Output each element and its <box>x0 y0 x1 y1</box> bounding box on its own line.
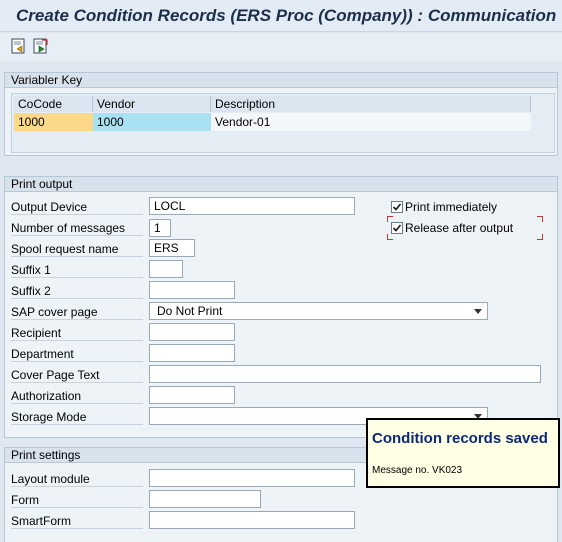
column-header-description[interactable]: Description <box>211 96 531 112</box>
cover-page-text-field[interactable] <box>149 365 541 383</box>
next-screen-icon[interactable] <box>33 38 49 54</box>
checkmark-icon <box>392 203 402 211</box>
print-immediately-checkbox[interactable] <box>391 201 403 213</box>
print-output-group: Print output Output Device LOCL Number o… <box>4 176 558 438</box>
sap-cover-page-value: Do Not Print <box>157 304 223 318</box>
focus-bracket-icon <box>387 234 393 240</box>
variable-key-table: CoCode Vendor Description 1000 1000 Vend… <box>11 93 555 153</box>
print-immediately-label: Print immediately <box>405 200 498 214</box>
suffix1-field[interactable] <box>149 260 183 278</box>
cell-vendor[interactable]: 1000 <box>93 113 211 131</box>
layout-module-label: Layout module <box>11 472 143 487</box>
checkmark-icon <box>392 224 402 232</box>
form-field[interactable] <box>149 490 261 508</box>
department-field[interactable] <box>149 344 235 362</box>
print-output-header: Print output <box>5 177 557 192</box>
popup-title: Condition records saved <box>372 430 548 447</box>
title-bar: Create Condition Records (ERS Proc (Comp… <box>0 0 562 32</box>
recipient-label: Recipient <box>11 326 143 341</box>
department-label: Department <box>11 347 143 362</box>
application-toolbar <box>0 33 562 61</box>
spool-request-name-label: Spool request name <box>11 242 143 257</box>
cell-description: Vendor-01 <box>211 113 531 131</box>
sap-cover-page-dropdown[interactable]: Do Not Print <box>149 302 488 320</box>
output-device-label: Output Device <box>11 200 143 215</box>
focus-bracket-icon <box>387 216 393 222</box>
number-of-messages-field[interactable]: 1 <box>149 219 171 237</box>
suffix2-label: Suffix 2 <box>11 284 143 299</box>
focus-bracket-icon <box>537 234 543 240</box>
variable-key-header: Variabler Key <box>5 73 557 88</box>
page-title: Create Condition Records (ERS Proc (Comp… <box>16 6 557 25</box>
smartform-label: SmartForm <box>11 514 143 529</box>
authorization-field[interactable] <box>149 386 235 404</box>
chevron-down-icon[interactable] <box>474 309 482 314</box>
variable-key-group: Variabler Key CoCode Vendor Description … <box>4 72 558 156</box>
layout-module-field[interactable] <box>149 469 355 487</box>
previous-screen-icon[interactable] <box>11 38 27 54</box>
status-popup: Condition records saved Message no. VK02… <box>366 418 560 488</box>
focus-bracket-icon <box>537 216 543 222</box>
column-header-cocode[interactable]: CoCode <box>14 96 93 112</box>
cell-cocode[interactable]: 1000 <box>14 113 93 131</box>
output-device-field[interactable]: LOCL <box>149 197 355 215</box>
spool-request-name-field[interactable]: ERS <box>149 239 195 257</box>
form-label: Form <box>11 493 143 508</box>
recipient-field[interactable] <box>149 323 235 341</box>
popup-message: Message no. VK023 <box>372 465 463 476</box>
suffix2-field[interactable] <box>149 281 235 299</box>
number-of-messages-label: Number of messages <box>11 221 143 236</box>
cover-page-text-label: Cover Page Text <box>11 368 143 383</box>
column-header-vendor[interactable]: Vendor <box>93 96 211 112</box>
release-after-output-checkbox[interactable] <box>391 222 403 234</box>
suffix1-label: Suffix 1 <box>11 263 143 278</box>
release-after-output-label: Release after output <box>405 221 514 235</box>
smartform-field[interactable] <box>149 511 355 529</box>
storage-mode-label: Storage Mode <box>11 410 143 425</box>
authorization-label: Authorization <box>11 389 143 404</box>
sap-cover-page-label: SAP cover page <box>11 305 143 320</box>
